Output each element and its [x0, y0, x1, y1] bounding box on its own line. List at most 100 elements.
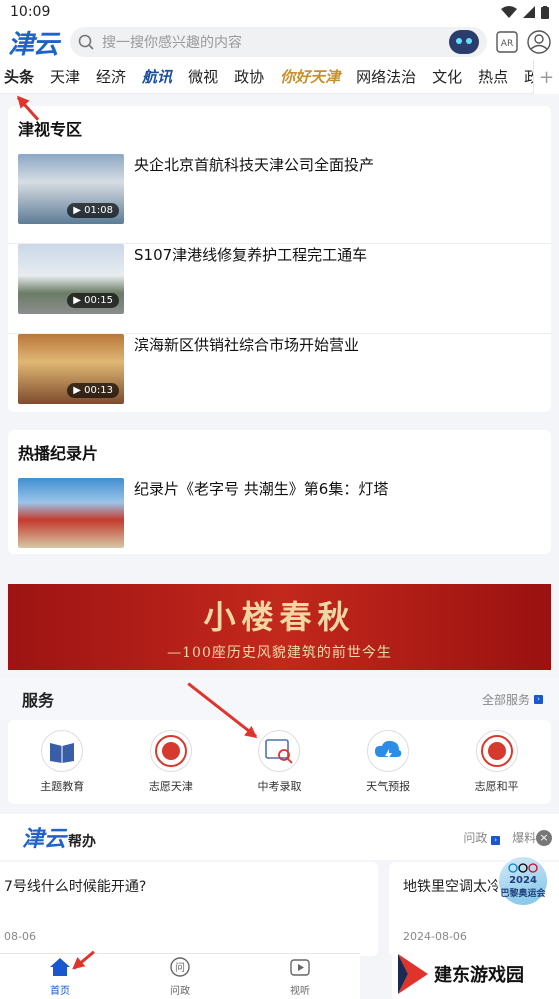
tv-section-title: 津视专区 — [18, 120, 83, 139]
ar-icon: AR — [496, 31, 518, 53]
documentary-item-title: 纪录片《老字号 共潮生》第6集：灯塔 — [134, 480, 389, 498]
all-services-link[interactable]: 全部服务 › — [482, 691, 543, 708]
wenzheng-icon: 问 — [169, 956, 191, 980]
watermark-text: 建东游戏园 — [434, 964, 524, 986]
arrow-right-icon: › — [534, 694, 543, 704]
duration-text: 01:08 — [84, 205, 113, 216]
status-icons — [501, 5, 549, 19]
search-placeholder: 搜一搜你感兴趣的内容 — [102, 35, 242, 51]
svg-text:问: 问 — [175, 961, 185, 974]
volunteer-icon — [149, 730, 192, 772]
wifi-icon — [501, 6, 517, 18]
channel-tab[interactable]: 政协 — [226, 60, 272, 94]
documentary-thumbnail — [18, 478, 124, 548]
promo-banner[interactable]: 小楼春秋 —100座历史风貌建筑的前世今生 — [8, 584, 551, 670]
svg-text:AR: AR — [501, 39, 513, 49]
help-card-date: 08-06 — [4, 930, 36, 943]
video-icon — [289, 957, 311, 980]
watermark-logo-icon — [398, 953, 428, 994]
service-item[interactable]: 中考录取 — [234, 730, 324, 794]
video-item[interactable]: ▶ 01:08 央企北京首航科技天津公司全面投产 — [8, 154, 551, 244]
watermark: 建东游戏园 — [392, 948, 559, 999]
help-logo-suffix: 帮办 — [68, 834, 97, 850]
service-label: 天气预报 — [366, 780, 411, 793]
service-item[interactable]: 志愿和平 — [452, 730, 542, 794]
olympic-rings-icon — [508, 863, 538, 873]
service-item[interactable]: 天气预报 — [343, 730, 433, 794]
video-title: 滨海新区供销社综合市场开始营业 — [134, 336, 360, 354]
tv-section-card: 津视专区 ▶ 01:08 央企北京首航科技天津公司全面投产 ▶ 00:15 S107津… — [8, 106, 551, 412]
channel-tab[interactable]: 经济 — [88, 60, 134, 94]
service-label: 主题教育 — [40, 780, 85, 793]
tab-label: 视听 — [290, 985, 310, 997]
close-icon[interactable]: × — [536, 830, 552, 846]
arrow-right-icon: › — [491, 835, 501, 845]
help-header: 津云帮办 问政 › 爆料 › — [0, 814, 559, 860]
book-icon — [41, 730, 84, 772]
video-duration: ▶ 01:08 — [67, 203, 119, 218]
documentary-title: 热播纪录片 — [18, 444, 99, 463]
service-label: 中考录取 — [257, 780, 302, 793]
channel-tab[interactable]: 天津 — [42, 60, 88, 94]
help-tab-label: 爆料 — [512, 830, 537, 845]
tab-wenzheng[interactable]: 问问政 — [120, 954, 240, 999]
duration-text: 00:13 — [84, 385, 113, 396]
home-icon — [49, 957, 71, 980]
ai-assistant-icon[interactable] — [449, 30, 479, 54]
app-logo: 津云 — [8, 29, 59, 60]
exam-search-icon — [258, 730, 301, 772]
help-logo-text: 津云 — [22, 826, 67, 852]
service-label: 志愿天津 — [148, 780, 193, 793]
video-thumbnail: ▶ 00:13 — [18, 334, 124, 404]
video-duration: ▶ 00:15 — [67, 293, 119, 308]
service-item[interactable]: 主题教育 — [17, 730, 107, 794]
services-header: 服务 全部服务 › — [0, 678, 559, 720]
olympic-year: 2024 — [509, 875, 537, 886]
battery-icon — [541, 5, 549, 19]
all-services-label: 全部服务 — [481, 692, 530, 707]
channel-tab[interactable]: 网络法治 — [348, 60, 424, 94]
channel-tab[interactable]: 头条 — [2, 60, 42, 94]
top-bar: 津云 搜一搜你感兴趣的内容 AR — [0, 24, 559, 60]
status-bar: 10:09 — [0, 0, 559, 24]
help-card-date: 2024-08-06 — [403, 930, 467, 943]
add-channel-button[interactable]: + — [533, 60, 559, 94]
help-cards: 7号线什么时候能开通? 08-06 地铁里空调太冷 2024-08-06 — [0, 860, 559, 960]
channel-tab[interactable]: 微视 — [180, 60, 226, 94]
service-label: 志愿和平 — [474, 780, 519, 793]
banner-subtitle: —100座历史风貌建筑的前世今生 — [167, 645, 392, 661]
tab-video[interactable]: 视听 — [240, 954, 360, 999]
channel-tab[interactable]: 航讯 — [134, 60, 180, 94]
search-icon — [78, 34, 94, 50]
channel-tabs: 头条天津经济航讯微视政协你好天津网络法治文化热点政情+ — [0, 60, 559, 94]
tab-label: 问政 — [170, 985, 190, 997]
tab-home[interactable]: 首页 — [0, 954, 120, 999]
help-tab-wenzheng[interactable]: 问政 › — [463, 829, 501, 846]
services-grid: 主题教育 志愿天津 中考录取 天气预报 志愿和平 — [8, 720, 551, 804]
channel-tab[interactable]: 文化 — [424, 60, 470, 94]
video-item[interactable]: ▶ 00:15 S107津港线修复养护工程完工通车 — [8, 244, 551, 334]
user-icon — [527, 30, 551, 54]
video-title: 央企北京首航科技天津公司全面投产 — [134, 156, 375, 174]
help-logo: 津云 帮办 — [22, 821, 96, 853]
signal-icon — [523, 6, 535, 18]
olympic-badge[interactable]: 2024 巴黎奥运会 — [497, 855, 549, 907]
video-thumbnail: ▶ 01:08 — [18, 154, 124, 224]
ar-button[interactable]: AR — [495, 30, 519, 54]
weather-icon — [367, 730, 410, 772]
video-item[interactable]: ▶ 00:13 滨海新区供销社综合市场开始营业 — [8, 334, 551, 424]
search-bar[interactable]: 搜一搜你感兴趣的内容 — [70, 27, 487, 57]
user-avatar-button[interactable] — [527, 30, 551, 54]
help-tab-label: 问政 — [463, 830, 488, 845]
bottom-tab-bar: 首页问问政 视听 — [0, 953, 360, 999]
channel-tab[interactable]: 热点 — [470, 60, 516, 94]
services-title: 服务 — [22, 691, 55, 710]
duration-text: 00:15 — [84, 295, 113, 306]
banner-title: 小楼春秋 — [203, 598, 356, 636]
help-card[interactable]: 7号线什么时候能开通? 08-06 — [0, 862, 378, 956]
status-time: 10:09 — [10, 4, 51, 20]
channel-tab[interactable]: 你好天津 — [272, 60, 348, 94]
service-item[interactable]: 志愿天津 — [126, 730, 216, 794]
documentary-item[interactable]: 纪录片《老字号 共潮生》第6集：灯塔 — [8, 478, 551, 550]
documentary-card: 热播纪录片 纪录片《老字号 共潮生》第6集：灯塔 — [8, 430, 551, 554]
